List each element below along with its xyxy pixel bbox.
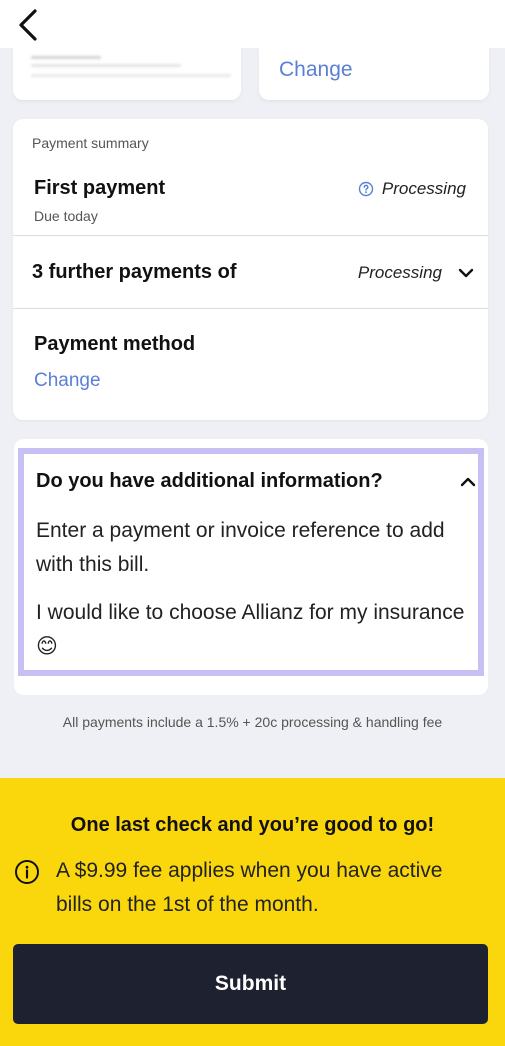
payment-summary-label: Payment summary [32, 135, 149, 151]
further-payments-status-text: Processing [357, 263, 442, 282]
top-bar [0, 0, 505, 48]
divider [13, 308, 488, 309]
first-payment-title: First payment [34, 177, 166, 199]
further-payments-title: 3 further payments of [32, 261, 237, 283]
first-payment-due: Due today [34, 208, 98, 224]
additional-info-header[interactable]: Do you have additional information? [36, 470, 476, 493]
bill-preview-card [13, 48, 241, 100]
further-payments-status[interactable]: Processing [358, 263, 474, 283]
additional-info-input[interactable]: I would like to choose Allianz for my in… [36, 596, 476, 664]
additional-info-heading: Do you have additional information? [36, 470, 383, 492]
chevron-up-icon[interactable] [460, 476, 476, 488]
top-cards: Change [0, 48, 505, 100]
final-check-title: One last check and you’re good to go! [70, 814, 435, 836]
payment-method-title: Payment method [34, 333, 196, 355]
fee-alert-text: A $9.99 fee applies when you have active… [56, 859, 443, 916]
additional-info-prompt: Enter a payment or invoice reference to … [36, 519, 445, 576]
fee-alert: A $9.99 fee applies when you have active… [14, 854, 484, 922]
divider [13, 235, 488, 236]
additional-info-highlight[interactable]: Do you have additional information? Ente… [18, 448, 484, 676]
change-card[interactable]: Change [259, 48, 489, 100]
processing-fee-note: All payments include a 1.5% + 20c proces… [62, 714, 443, 730]
chevron-left-icon [19, 9, 37, 41]
payment-method-change-link[interactable]: Change [34, 370, 101, 392]
change-link[interactable]: Change [279, 58, 353, 82]
help-circle-icon[interactable] [358, 181, 374, 197]
additional-info-card: Do you have additional information? Ente… [14, 439, 488, 695]
back-button[interactable] [12, 8, 44, 42]
bottom-check-panel: One last check and you’re good to go! A … [0, 778, 505, 1046]
first-payment-status-text: Processing [381, 179, 466, 198]
first-payment-status: Processing [358, 179, 466, 199]
chevron-down-icon[interactable] [458, 267, 474, 279]
payment-summary-card: Payment summary First payment Due today … [13, 119, 488, 420]
info-icon [15, 860, 39, 884]
submit-button[interactable]: Submit [13, 944, 488, 1024]
